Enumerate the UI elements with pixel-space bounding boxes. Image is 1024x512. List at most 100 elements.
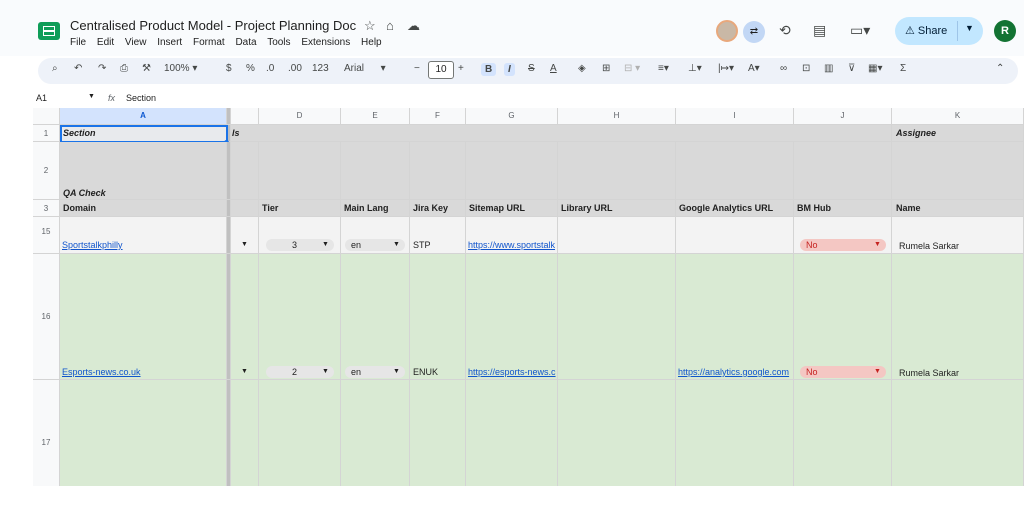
row-header-16[interactable]: 16	[33, 254, 60, 380]
column-header-k[interactable]: K	[892, 108, 1024, 125]
document-title[interactable]: Centralised Product Model - Project Plan…	[70, 18, 356, 33]
tier-chip[interactable]: 3 ▼	[266, 239, 334, 251]
cell-h17[interactable]	[558, 380, 676, 486]
menu-extensions[interactable]: Extensions	[301, 37, 350, 48]
cell-c17[interactable]	[231, 380, 259, 486]
cell-tier-15[interactable]: 3 ▼	[259, 217, 341, 254]
name-box[interactable]: A1	[36, 93, 47, 103]
text-color-button[interactable]: A	[550, 63, 557, 74]
cell-i2[interactable]	[676, 142, 794, 200]
column-header-a[interactable]: A	[60, 108, 227, 125]
move-folder-icon[interactable]: ⌂	[386, 18, 394, 33]
column-header-h[interactable]: H	[558, 108, 676, 125]
decrease-decimal-button[interactable]: .0	[266, 63, 274, 74]
menu-view[interactable]: View	[125, 37, 147, 48]
cell-a2[interactable]: QA Check	[60, 142, 227, 200]
cell-jira-16[interactable]: ENUK	[410, 254, 466, 380]
meet-chip-icon[interactable]: ⇄	[743, 21, 765, 43]
cell-a17[interactable]	[60, 380, 227, 486]
redo-icon[interactable]: ↷	[98, 63, 106, 74]
lang-chip[interactable]: en ▼	[345, 366, 405, 378]
domain-link[interactable]: Esports-news.co.uk	[62, 367, 141, 377]
column-header-e[interactable]: E	[341, 108, 410, 125]
tier-chip[interactable]: 2 ▼	[266, 366, 334, 378]
cell-h2[interactable]	[558, 142, 676, 200]
row-header-1[interactable]: 1	[33, 125, 60, 142]
menu-data[interactable]: Data	[235, 37, 256, 48]
assignee-chip[interactable]: Rumela Sarkar	[899, 368, 959, 378]
header-domain[interactable]: Domain	[60, 200, 227, 217]
column-header-i[interactable]: I	[676, 108, 794, 125]
column-header-j[interactable]: J	[794, 108, 892, 125]
name-box-dropdown-icon[interactable]: ▼	[88, 93, 95, 100]
percent-format-button[interactable]: %	[246, 63, 255, 74]
text-wrapping-icon[interactable]: |↦▾	[718, 63, 734, 74]
increase-font-size-icon[interactable]: +	[458, 63, 464, 74]
header-tier[interactable]: Tier	[259, 200, 341, 217]
insert-link-icon[interactable]: ∞	[780, 63, 787, 74]
paint-format-icon[interactable]: ⚒	[142, 63, 151, 74]
cell-c15[interactable]: ▼	[231, 217, 259, 254]
cell-f2[interactable]	[410, 142, 466, 200]
header-library-url[interactable]: Library URL	[558, 200, 676, 217]
header-sitemap-url[interactable]: Sitemap URL	[466, 200, 558, 217]
cell-jira-15[interactable]: STP	[410, 217, 466, 254]
cell-sitemap-15[interactable]: https://www.sportstalk	[466, 217, 558, 254]
header-google-analytics-url[interactable]: Google Analytics URL	[676, 200, 794, 217]
meet-video-icon[interactable]: ▭▾	[850, 22, 870, 39]
cell-k1[interactable]: Assignee	[892, 125, 1024, 142]
lang-chip[interactable]: en ▼	[345, 239, 405, 251]
functions-button[interactable]: Σ	[900, 63, 906, 74]
cell-i17[interactable]	[676, 380, 794, 486]
analytics-link[interactable]: https://analytics.google.com	[678, 367, 789, 377]
text-rotation-icon[interactable]: A▾	[748, 63, 760, 74]
share-options-icon[interactable]: ▼	[965, 23, 974, 33]
share-button[interactable]: ⚠ Share ▼	[895, 17, 983, 45]
italic-button[interactable]: I	[504, 63, 515, 76]
cell-library-16[interactable]	[558, 254, 676, 380]
menu-insert[interactable]: Insert	[157, 37, 182, 48]
insert-comment-icon[interactable]: ⊡	[802, 63, 810, 74]
print-icon[interactable]: ⎙	[120, 63, 128, 74]
column-header-g[interactable]: G	[466, 108, 558, 125]
version-history-icon[interactable]: ⟲	[779, 22, 791, 39]
cell-d17[interactable]	[259, 380, 341, 486]
header-jira-key[interactable]: Jira Key	[410, 200, 466, 217]
cell-library-15[interactable]	[558, 217, 676, 254]
header-main-lang[interactable]: Main Lang	[341, 200, 410, 217]
cell-analytics-15[interactable]	[676, 217, 794, 254]
filter-icon[interactable]: ⊽	[848, 63, 855, 74]
header-c[interactable]	[231, 200, 259, 217]
cell-c16[interactable]: ▼	[231, 254, 259, 380]
sitemap-link[interactable]: https://esports-news.c	[468, 367, 556, 377]
cell-k17[interactable]	[892, 380, 1024, 486]
merge-cells-icon[interactable]: ⊟ ▾	[624, 63, 640, 74]
cell-bmhub-16[interactable]: No ▼	[794, 254, 892, 380]
cell-tier-16[interactable]: 2 ▼	[259, 254, 341, 380]
cell-lang-15[interactable]: en ▼	[341, 217, 410, 254]
row-header-2[interactable]: 2	[33, 142, 60, 200]
collapse-toolbar-icon[interactable]: ⌃	[996, 63, 1004, 74]
cell-analytics-16[interactable]: https://analytics.google.com	[676, 254, 794, 380]
decrease-font-size-icon[interactable]: −	[414, 63, 420, 74]
cell-f17[interactable]	[410, 380, 466, 486]
menu-help[interactable]: Help	[361, 37, 382, 48]
column-header-hidden[interactable]	[231, 108, 259, 125]
dropdown-arrow-icon[interactable]: ▼	[241, 241, 248, 248]
cell-bmhub-15[interactable]: No ▼	[794, 217, 892, 254]
cell-lang-16[interactable]: en ▼	[341, 254, 410, 380]
row-header-3[interactable]: 3	[33, 200, 60, 217]
collaborator-avatar[interactable]	[716, 20, 738, 42]
sheets-logo-icon[interactable]	[38, 22, 60, 40]
row-header-15[interactable]: 15	[33, 217, 60, 254]
assignee-chip[interactable]: Rumela Sarkar	[899, 241, 959, 251]
menu-file[interactable]: File	[70, 37, 86, 48]
comments-icon[interactable]: ▤	[813, 22, 826, 39]
row-header-17[interactable]: 17	[33, 380, 60, 486]
cell-sitemap-16[interactable]: https://esports-news.c	[466, 254, 558, 380]
fill-color-icon[interactable]: ◈	[578, 63, 586, 74]
header-bm-hub[interactable]: BM Hub	[794, 200, 892, 217]
currency-format-button[interactable]: $	[226, 63, 232, 74]
cell-e17[interactable]	[341, 380, 410, 486]
horizontal-align-icon[interactable]: ≡▾	[658, 63, 669, 74]
